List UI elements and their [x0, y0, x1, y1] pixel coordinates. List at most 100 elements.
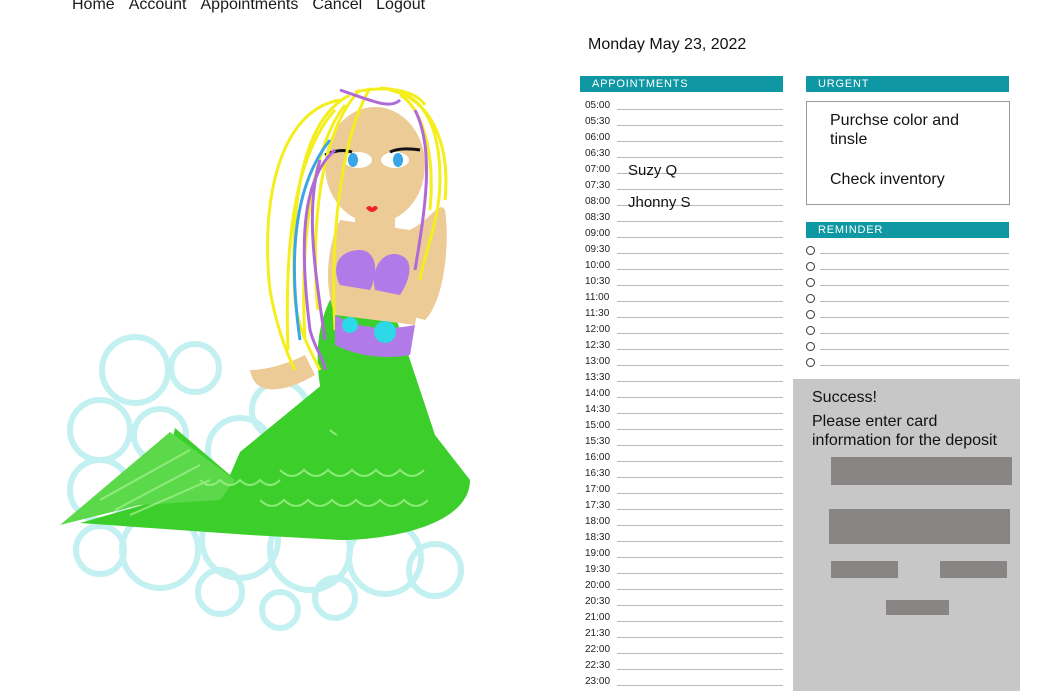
- appointment-slot[interactable]: 08:30: [584, 211, 783, 227]
- reminder-text[interactable]: [820, 317, 1009, 318]
- appointments-header: APPOINTMENTS: [580, 76, 783, 92]
- reminder-text[interactable]: [820, 285, 1009, 286]
- slot-line: [617, 557, 783, 558]
- slot-line: [617, 317, 783, 318]
- reminder-checkbox[interactable]: [806, 278, 815, 287]
- appointment-slot[interactable]: 17:30: [584, 499, 783, 515]
- slot-time: 06:30: [585, 148, 611, 159]
- appointment-slot[interactable]: 13:30: [584, 371, 783, 387]
- card-cvv-field[interactable]: [940, 561, 1007, 578]
- nav-cancel-link[interactable]: Cancel: [312, 0, 362, 14]
- deposit-payment-panel: Success! Please enter card information f…: [793, 379, 1020, 691]
- appointment-slot[interactable]: 14:00: [584, 387, 783, 403]
- reminder-row[interactable]: [806, 307, 1009, 323]
- slot-line: [617, 509, 783, 510]
- card-expiry-field[interactable]: [831, 561, 898, 578]
- reminder-text[interactable]: [820, 349, 1009, 350]
- appointment-slot[interactable]: 14:30: [584, 403, 783, 419]
- reminder-row[interactable]: [806, 243, 1009, 259]
- appointment-slot[interactable]: 21:00: [584, 611, 783, 627]
- appointment-slot[interactable]: 07:30: [584, 179, 783, 195]
- reminder-row[interactable]: [806, 339, 1009, 355]
- slot-time: 23:00: [585, 676, 611, 687]
- appointment-slot[interactable]: 22:30: [584, 659, 783, 675]
- slot-line: [617, 653, 783, 654]
- nav-appointments-link[interactable]: Appointments: [201, 0, 299, 14]
- slot-time: 20:30: [585, 596, 611, 607]
- appointment-slot[interactable]: 18:30: [584, 531, 783, 547]
- reminder-row[interactable]: [806, 275, 1009, 291]
- nav-home-link[interactable]: Home: [72, 0, 115, 14]
- appointment-slot[interactable]: 17:00: [584, 483, 783, 499]
- appointment-slot[interactable]: 15:30: [584, 435, 783, 451]
- reminder-text[interactable]: [820, 333, 1009, 334]
- appointment-slot[interactable]: 21:30: [584, 627, 783, 643]
- appointment-slot[interactable]: 18:00: [584, 515, 783, 531]
- slot-time: 10:30: [585, 276, 611, 287]
- reminder-checkbox[interactable]: [806, 310, 815, 319]
- appointment-slot[interactable]: 15:00: [584, 419, 783, 435]
- reminder-checkbox[interactable]: [806, 342, 815, 351]
- slot-line: [617, 589, 783, 590]
- slot-line: [617, 381, 783, 382]
- appointment-slot[interactable]: 20:00: [584, 579, 783, 595]
- slot-time: 15:00: [585, 420, 611, 431]
- slot-line: [617, 125, 783, 126]
- appointment-slot[interactable]: 10:00: [584, 259, 783, 275]
- reminder-row[interactable]: [806, 323, 1009, 339]
- slot-time: 11:30: [585, 308, 610, 319]
- appointment-slot[interactable]: 16:00: [584, 451, 783, 467]
- appointment-slot[interactable]: 11:30: [584, 307, 783, 323]
- nav-logout-link[interactable]: Logout: [376, 0, 425, 14]
- appointment-slot[interactable]: 20:30: [584, 595, 783, 611]
- appointment-slot[interactable]: 06:00: [584, 131, 783, 147]
- reminder-text[interactable]: [820, 365, 1009, 366]
- appointment-slot[interactable]: 07:00 Suzy Q: [584, 162, 783, 179]
- slot-line: [617, 669, 783, 670]
- slot-time: 13:30: [585, 372, 611, 383]
- appointment-slot[interactable]: 12:30: [584, 339, 783, 355]
- appointment-slot[interactable]: 22:00: [584, 643, 783, 659]
- reminder-checkbox[interactable]: [806, 358, 815, 367]
- appointment-slot[interactable]: 06:30: [584, 147, 783, 163]
- reminder-checkbox[interactable]: [806, 326, 815, 335]
- slot-line: [617, 285, 783, 286]
- appointment-slot[interactable]: 09:30: [584, 243, 783, 259]
- slot-line: [617, 413, 783, 414]
- slot-line: [617, 189, 783, 190]
- appointment-slot[interactable]: 19:30: [584, 563, 783, 579]
- slot-line: [617, 269, 783, 270]
- reminder-row[interactable]: [806, 355, 1009, 371]
- reminder-checkbox[interactable]: [806, 294, 815, 303]
- slot-time: 22:00: [585, 644, 611, 655]
- slot-line: [617, 525, 783, 526]
- reminder-checkbox[interactable]: [806, 262, 815, 271]
- reminder-checkbox[interactable]: [806, 246, 815, 255]
- appointment-slot[interactable]: 09:00: [584, 227, 783, 243]
- slot-line: [617, 237, 783, 238]
- card-name-field[interactable]: [829, 509, 1010, 544]
- slot-line: [617, 157, 783, 158]
- reminder-row[interactable]: [806, 291, 1009, 307]
- appointment-slot[interactable]: 10:30: [584, 275, 783, 291]
- appointment-slot[interactable]: 08:00 Jhonny S: [584, 194, 783, 211]
- reminder-text[interactable]: [820, 253, 1009, 254]
- reminder-row[interactable]: [806, 259, 1009, 275]
- appointment-slot[interactable]: 19:00: [584, 547, 783, 563]
- appointment-slot[interactable]: 11:00: [584, 291, 783, 307]
- urgent-item: Check inventory: [830, 171, 945, 188]
- appointment-slot[interactable]: 23:00: [584, 675, 783, 691]
- reminder-text[interactable]: [820, 269, 1009, 270]
- appointment-slot[interactable]: 05:00: [584, 99, 783, 115]
- appointment-slot[interactable]: 16:30: [584, 467, 783, 483]
- reminder-text[interactable]: [820, 301, 1009, 302]
- appointment-slot[interactable]: 05:30: [584, 115, 783, 131]
- slot-time: 08:30: [585, 212, 611, 223]
- appointment-slot[interactable]: 12:00: [584, 323, 783, 339]
- slot-time: 12:00: [585, 324, 611, 335]
- nav-account-link[interactable]: Account: [129, 0, 187, 14]
- card-number-field[interactable]: [831, 457, 1012, 485]
- appointment-slot[interactable]: 13:00: [584, 355, 783, 371]
- submit-deposit-button[interactable]: [886, 600, 949, 615]
- slot-time: 15:30: [585, 436, 611, 447]
